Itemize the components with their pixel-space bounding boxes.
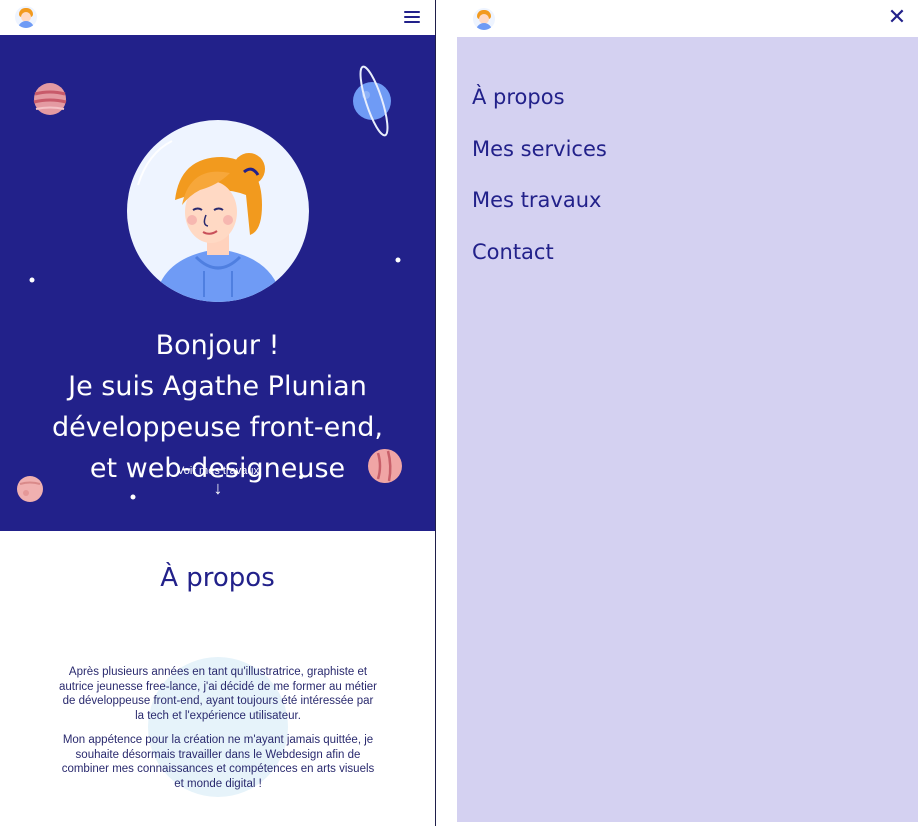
star-icon — [395, 257, 401, 263]
menu-item-about[interactable]: À propos — [472, 85, 565, 109]
mobile-menu-view: ✕ À propos Mes services Mes travaux Cont… — [457, 0, 920, 826]
close-icon[interactable]: ✕ — [887, 7, 907, 29]
avatar-logo-icon[interactable] — [15, 6, 37, 28]
planet-pink-icon — [33, 83, 67, 115]
arrow-down-icon: ↓ — [213, 478, 223, 498]
hero-line-1: Bonjour ! — [155, 330, 280, 361]
see-works-link[interactable]: Voir mes travaux ↓ — [168, 465, 268, 497]
menu-panel: À propos Mes services Mes travaux Contac… — [457, 37, 918, 822]
menu-item-services[interactable]: Mes services — [472, 137, 607, 161]
menu-item-contact[interactable]: Contact — [472, 240, 554, 264]
menu-topbar: ✕ — [457, 0, 920, 37]
about-paragraph-1: Après plusieurs années en tant qu'illust… — [59, 666, 377, 722]
star-icon — [29, 277, 35, 283]
portrait-illustration — [127, 120, 309, 302]
viewport: Bonjour ! Je suis Agathe Plunian dévelop… — [0, 0, 920, 826]
about-text: Après plusieurs années en tant qu'illust… — [58, 665, 378, 801]
about-title: À propos — [160, 563, 275, 593]
top-navbar — [0, 0, 435, 35]
hero-line-3: développeuse front-end, — [51, 412, 384, 443]
hero-section: Bonjour ! Je suis Agathe Plunian dévelop… — [0, 35, 435, 531]
about-section: À propos Après plusieurs années en tant … — [0, 531, 435, 826]
see-works-label: Voir mes travaux — [177, 465, 259, 477]
avatar-logo-icon[interactable] — [473, 8, 495, 30]
star-icon — [130, 494, 136, 500]
planet-blue-ring-icon — [353, 65, 391, 137]
hero-line-2: Je suis Agathe Plunian — [68, 371, 367, 402]
about-paragraph-2: Mon appétence pour la création ne m'ayan… — [61, 734, 375, 790]
mobile-page: Bonjour ! Je suis Agathe Plunian dévelop… — [0, 0, 435, 826]
panel-divider — [435, 0, 436, 826]
menu-item-works[interactable]: Mes travaux — [472, 188, 601, 212]
hamburger-menu-icon[interactable] — [402, 8, 422, 26]
